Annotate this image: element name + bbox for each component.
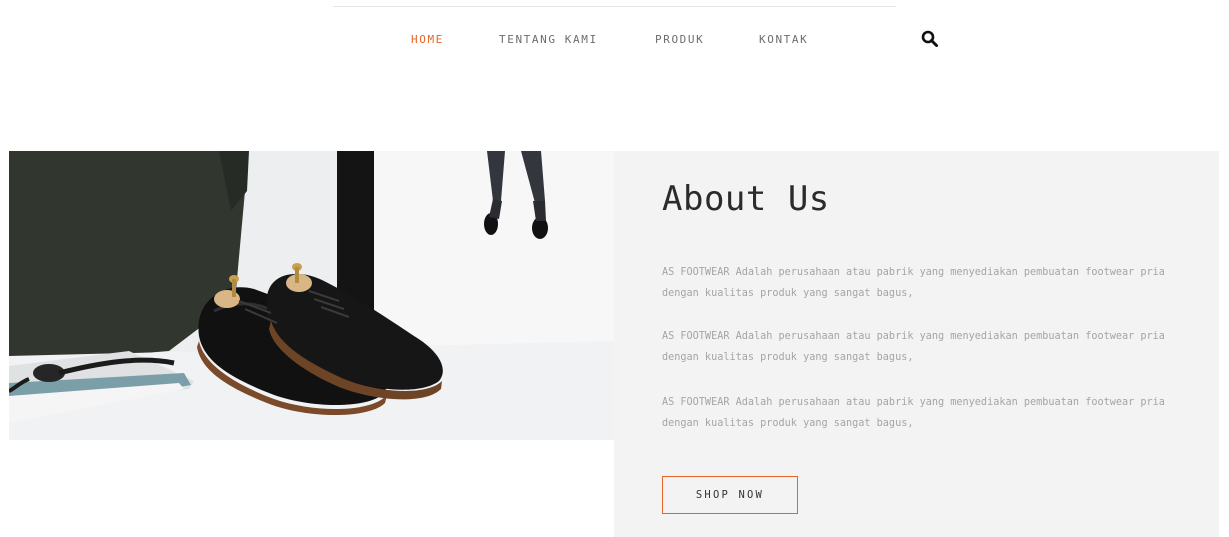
about-title: About Us [662,179,830,219]
about-paragraph-1: AS FOOTWEAR Adalah perusahaan atau pabri… [662,267,1165,299]
about-paragraph-3: AS FOOTWEAR Adalah perusahaan atau pabri… [662,397,1165,429]
nav-item-produk[interactable]: PRODUK [655,33,704,46]
shop-now-button[interactable]: SHOP NOW [662,476,798,514]
nav-item-home[interactable]: HOME [411,33,444,46]
about-section: About Us AS FOOTWEAR Adalah perusahaan a… [614,151,1219,537]
header-divider [333,6,896,7]
about-paragraph-2: AS FOOTWEAR Adalah perusahaan atau pabri… [662,331,1165,363]
nav-item-tentang-kami[interactable]: TENTANG KAMI [499,33,598,46]
main-nav: HOME TENTANG KAMI PRODUK KONTAK [0,33,1229,49]
hero-image-shoes [9,151,614,440]
search-icon[interactable] [921,30,939,48]
nav-item-kontak[interactable]: KONTAK [759,33,808,46]
